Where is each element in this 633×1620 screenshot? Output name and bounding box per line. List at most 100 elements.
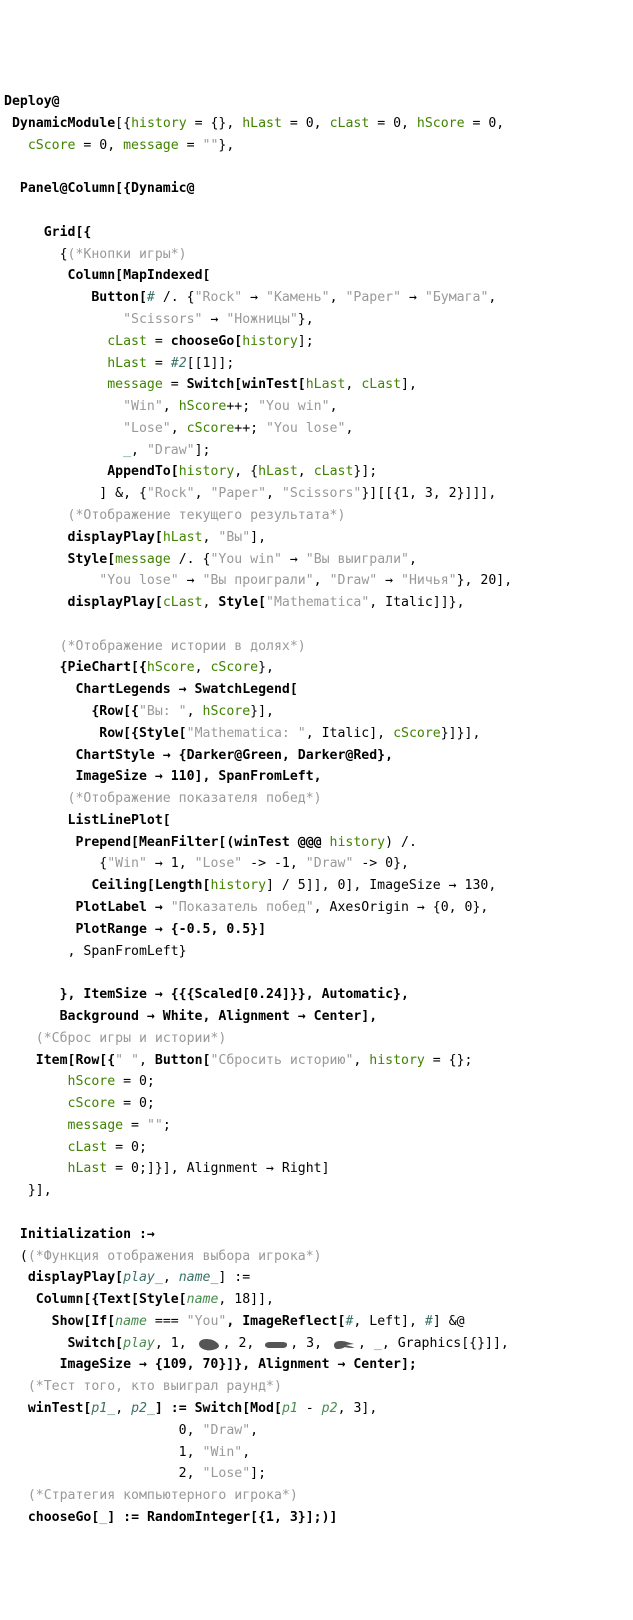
choosego: chooseGo[ xyxy=(171,334,242,349)
var-cscore: cScore xyxy=(187,421,235,436)
str-rock: "Rock" xyxy=(195,290,243,305)
column-mapindexed: Column[MapIndexed[ xyxy=(68,268,211,283)
var-hlast: hLast xyxy=(163,530,203,545)
syntax: }, xyxy=(218,138,234,153)
syntax: , xyxy=(139,1053,155,1068)
syntax: }]}], xyxy=(441,726,481,741)
str-nichya: "Ничья" xyxy=(401,573,457,588)
syntax: , xyxy=(203,595,219,610)
displayplay2: displayPlay[ xyxy=(68,595,163,610)
hand-rock-icon xyxy=(196,1337,222,1349)
style2: Style[ xyxy=(218,595,266,610)
syntax: { xyxy=(60,247,68,262)
syntax: , Graphics[{}]], xyxy=(382,1336,509,1351)
syntax: ) /. xyxy=(385,835,417,850)
syntax: = xyxy=(179,138,203,153)
grid: Grid[{ xyxy=(44,225,92,240)
syntax: , 3], xyxy=(338,1401,378,1416)
arg-play2: play xyxy=(123,1336,155,1351)
str-scissors: "Scissors" xyxy=(123,312,202,327)
wintest-def: winTest[ xyxy=(28,1401,92,1416)
arg-p2b: p2 xyxy=(322,1401,338,1416)
syntax: , xyxy=(131,443,147,458)
blank2: _ xyxy=(374,1336,382,1351)
syntax: , xyxy=(195,486,211,501)
var-clast: cLast xyxy=(107,334,147,349)
var-hscore: hScore xyxy=(417,116,465,131)
background: Background → White, Alignment → Center], xyxy=(60,1009,378,1024)
syntax: , { xyxy=(234,464,258,479)
str-lose3: "Lose" xyxy=(203,1466,251,1481)
syntax: /. { xyxy=(155,290,195,305)
syntax: , AxesOrigin → {0, 0}, xyxy=(314,900,489,915)
syntax: , 3, xyxy=(290,1336,330,1351)
syntax: , xyxy=(314,573,330,588)
syntax: ]; xyxy=(250,1466,266,1481)
var-history: history xyxy=(210,878,266,893)
dynamic-module: DynamicModule xyxy=(12,116,115,131)
syntax: = 0; xyxy=(107,1140,147,1155)
var-message: message xyxy=(115,552,171,567)
syntax: = {}; xyxy=(425,1053,473,1068)
imagesize: ImageSize → 110], SpanFromLeft, xyxy=(75,769,321,784)
var-cscore: cScore xyxy=(210,660,258,675)
syntax: , xyxy=(353,1053,369,1068)
syntax: , xyxy=(203,530,219,545)
var-cscore: cScore xyxy=(393,726,441,741)
var-history: history xyxy=(131,116,187,131)
arrow: → xyxy=(377,573,401,588)
var-history: history xyxy=(369,1053,425,1068)
arg-name3: name xyxy=(115,1314,147,1329)
str-draw3: "Draw" xyxy=(306,856,354,871)
syntax: ]; xyxy=(195,443,211,458)
var-clast: cLast xyxy=(330,116,370,131)
str-rock2: "Rock" xyxy=(147,486,195,501)
arg-name: name_ xyxy=(179,1270,219,1285)
syntax: = 0, xyxy=(465,116,505,131)
item-row: Item[Row[{ xyxy=(36,1053,115,1068)
syntax: , xyxy=(345,377,361,392)
syntax: ] := xyxy=(218,1270,250,1285)
syntax: , xyxy=(345,421,353,436)
str-draw4: "Draw" xyxy=(203,1423,251,1438)
var-hlast: hLast xyxy=(242,116,282,131)
syntax: , xyxy=(358,1336,374,1351)
syntax: ] &, { xyxy=(99,486,147,501)
var-hscore: hScore xyxy=(68,1074,116,1089)
piechart: {PieChart[{ xyxy=(60,660,147,675)
str-you: "You" xyxy=(187,1314,227,1329)
syntax: , xyxy=(195,660,211,675)
var-hscore: hScore xyxy=(179,399,227,414)
displayplay: displayPlay[ xyxy=(68,530,163,545)
arrow: → xyxy=(282,552,306,567)
str-pokazatel: "Показатель побед" xyxy=(171,900,314,915)
syntax: , xyxy=(298,464,314,479)
arg-play: play_ xyxy=(123,1270,163,1285)
str-lose: "Lose" xyxy=(123,421,171,436)
hand-paper-icon xyxy=(263,1337,289,1349)
syntax: , xyxy=(330,399,338,414)
str-paper2: "Paper" xyxy=(210,486,266,501)
syntax: → 1, xyxy=(147,856,195,871)
str-paper: "Paper" xyxy=(345,290,401,305)
appendto: AppendTo[ xyxy=(107,464,178,479)
syntax: , Italic], xyxy=(306,726,393,741)
arg-name2: name xyxy=(187,1292,219,1307)
syntax: , xyxy=(330,290,346,305)
str-youwin2: "You win" xyxy=(210,552,281,567)
syntax: , 1, xyxy=(155,1336,195,1351)
var-clast: cLast xyxy=(314,464,354,479)
str-space: " " xyxy=(115,1053,139,1068)
var-hscore: hScore xyxy=(147,660,195,675)
syntax: = {}, xyxy=(187,116,243,131)
syntax: }]; xyxy=(353,464,377,479)
syntax: -> 0}, xyxy=(353,856,409,871)
str-mathematica: "Mathematica" xyxy=(266,595,369,610)
str-vy2: "Вы: " xyxy=(139,704,187,719)
panel-column: Panel@Column[{Dynamic@ xyxy=(20,181,195,196)
choosego-def: chooseGo[ xyxy=(28,1510,99,1525)
switch-mod: ] := Switch[Mod[ xyxy=(155,1401,282,1416)
syntax: , SpanFromLeft} xyxy=(68,944,187,959)
comment: (*Сброс игры и истории*) xyxy=(36,1031,227,1046)
str-win: "Win" xyxy=(123,399,163,414)
